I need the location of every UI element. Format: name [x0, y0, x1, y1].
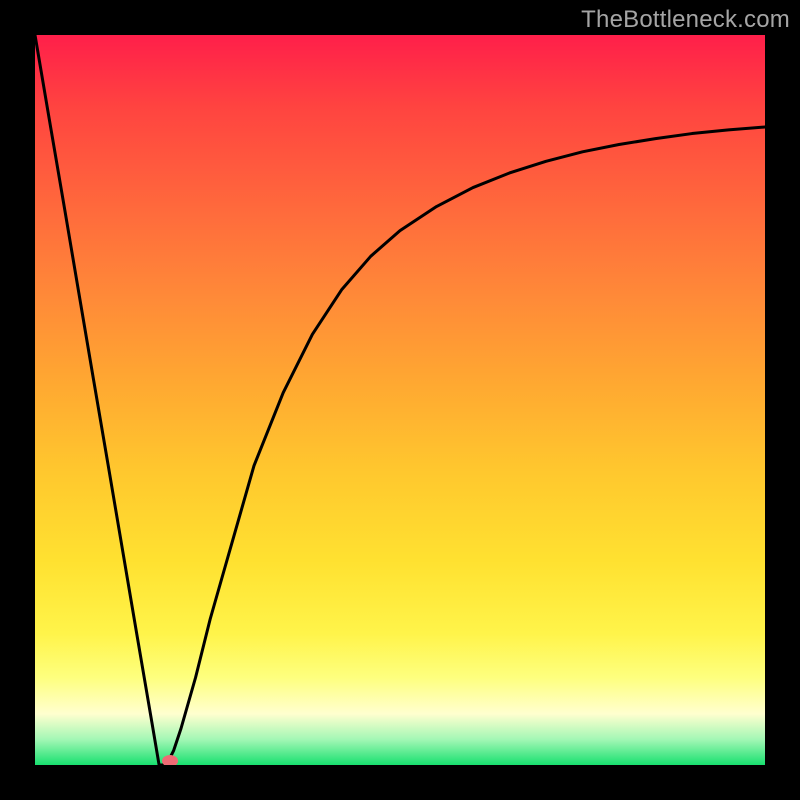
chart-svg [35, 35, 765, 765]
chart-frame: TheBottleneck.com [0, 0, 800, 800]
minimum-marker [162, 755, 178, 765]
watermark-text: TheBottleneck.com [581, 6, 790, 34]
bottleneck-curve [35, 35, 765, 765]
plot-area [35, 35, 765, 765]
